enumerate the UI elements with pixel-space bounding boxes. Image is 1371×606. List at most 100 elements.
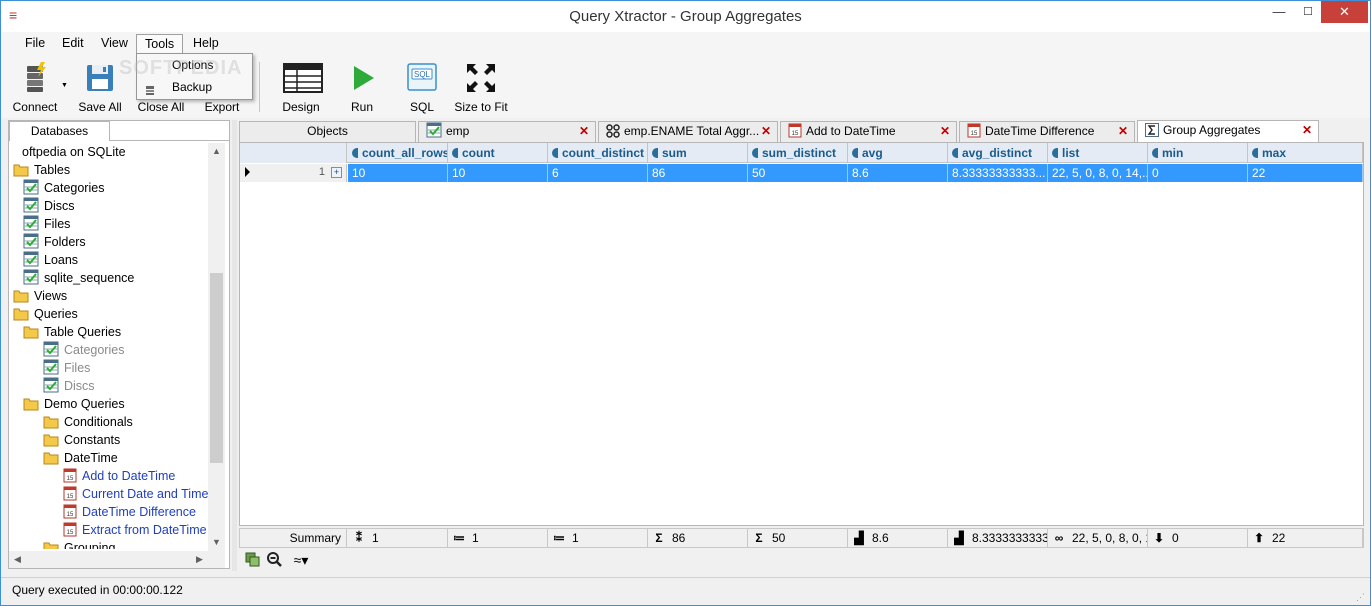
expand-row-button[interactable]: + xyxy=(331,167,342,178)
connect-button[interactable]: Connect xyxy=(9,60,61,114)
tree-item[interactable]: Folders xyxy=(23,233,86,251)
approximate-filter-icon[interactable]: ≈▾ xyxy=(287,551,315,569)
scroll-up-arrow-icon[interactable]: ▲ xyxy=(208,143,225,160)
column-header-count-all-rows[interactable]: count_all_rows xyxy=(348,143,448,163)
connect-dropdown-icon[interactable]: ▼ xyxy=(61,82,68,89)
tree-item[interactable]: Files xyxy=(23,215,70,233)
scroll-thumb[interactable] xyxy=(210,273,223,463)
grid-cell-sum-distinct[interactable]: 50 xyxy=(748,164,848,182)
column-header-avg-distinct[interactable]: avg_distinct xyxy=(948,143,1048,163)
grid-cell-avg[interactable]: 8.6 xyxy=(848,164,948,182)
close-button[interactable]: ✕ xyxy=(1321,1,1368,23)
summary-aggregate-icon: ≔ xyxy=(453,531,465,545)
tree-item[interactable]: Discs xyxy=(43,377,95,395)
column-header-count[interactable]: count xyxy=(448,143,548,163)
column-header-min[interactable]: min xyxy=(1148,143,1248,163)
tree-item[interactable]: DateTime xyxy=(43,449,118,467)
tree-item[interactable]: Queries xyxy=(13,305,78,323)
tree-item[interactable]: Grouping xyxy=(43,539,115,549)
column-header-sum-distinct[interactable]: sum_distinct xyxy=(748,143,848,163)
column-header-max[interactable]: max xyxy=(1248,143,1363,163)
scroll-right-arrow-icon[interactable]: ▶ xyxy=(191,551,208,568)
sql-button[interactable]: SQL SQL xyxy=(401,60,443,114)
grid-cell-count[interactable]: 10 xyxy=(448,164,548,182)
close-tab-icon[interactable]: ✕ xyxy=(761,122,771,141)
menu-view[interactable]: View xyxy=(93,34,136,54)
column-header-count-distinct[interactable]: count_distinct xyxy=(548,143,648,163)
tree-item[interactable]: Conditionals xyxy=(43,413,133,431)
scroll-left-arrow-icon[interactable]: ◀ xyxy=(9,551,26,568)
zoom-out-icon[interactable] xyxy=(264,551,284,569)
summary-cell[interactable]: ⬆ 22 xyxy=(1248,529,1363,547)
tab-emp-ename-total-aggr[interactable]: emp.ENAME Total Aggr... ✕ xyxy=(598,121,778,142)
tab-objects[interactable]: Objects xyxy=(239,121,416,142)
design-button[interactable]: Design xyxy=(277,60,325,114)
menu-item-backup[interactable]: Backup xyxy=(137,77,252,98)
summary-cell[interactable]: ▟ 8.33333333333 xyxy=(948,529,1048,547)
summary-cell[interactable]: ∞ 22, 5, 0, 8, 0, 14 xyxy=(1048,529,1148,547)
column-header-list[interactable]: list xyxy=(1048,143,1148,163)
summary-cell[interactable]: ≔ 1 xyxy=(548,529,648,547)
column-header-avg[interactable]: avg xyxy=(848,143,948,163)
grid-cell-count-all-rows[interactable]: 10 xyxy=(348,164,448,182)
grid-cell-avg-distinct[interactable]: 8.33333333333... xyxy=(948,164,1048,182)
grid-cell-min[interactable]: 0 xyxy=(1148,164,1248,182)
save-all-button[interactable]: Save All xyxy=(75,60,125,114)
tree-item[interactable]: Demo Queries xyxy=(23,395,125,413)
tree-item[interactable]: Constants xyxy=(43,431,120,449)
column-header-sum[interactable]: sum xyxy=(648,143,748,163)
tree-item[interactable]: 15 Add to DateTime xyxy=(63,467,175,485)
close-tab-icon[interactable]: ✕ xyxy=(1302,121,1312,140)
grid-cell-list[interactable]: 22, 5, 0, 8, 0, 14,... xyxy=(1048,164,1148,182)
menu-file[interactable]: File xyxy=(17,34,53,54)
column-marker-icon xyxy=(852,148,858,158)
tree-item[interactable]: Loans xyxy=(23,251,78,269)
menu-tools[interactable]: Tools xyxy=(136,34,184,54)
backup-icon xyxy=(145,82,155,95)
tab-databases[interactable]: Databases xyxy=(9,121,110,141)
maximize-button[interactable]: ☐ xyxy=(1291,1,1325,23)
summary-cell[interactable]: Σ 50 xyxy=(748,529,848,547)
close-tab-icon[interactable]: ✕ xyxy=(1118,122,1128,141)
tree-vertical-scrollbar[interactable]: ▲ ▼ xyxy=(208,143,225,551)
menu-help[interactable]: Help xyxy=(185,34,227,54)
tree-item[interactable]: Views xyxy=(13,287,67,305)
tree-item[interactable]: Files xyxy=(43,359,90,377)
tree-item[interactable]: 15 Extract from DateTime xyxy=(63,521,207,539)
tree-item[interactable]: oftpedia on SQLite xyxy=(13,143,126,161)
table-row[interactable]: 1 + 10 10 6 86 50 8.6 8.33333333333... 22, 5, 0… xyxy=(240,164,1363,182)
panel-splitter[interactable] xyxy=(232,120,237,571)
scroll-down-arrow-icon[interactable]: ▼ xyxy=(208,534,225,551)
tree-item[interactable]: Categories xyxy=(43,341,124,359)
grid-cell-sum[interactable]: 86 xyxy=(648,164,748,182)
run-button[interactable]: Run xyxy=(341,60,383,114)
close-tab-icon[interactable]: ✕ xyxy=(940,122,950,141)
column-marker-icon xyxy=(1052,148,1058,158)
tree-item[interactable]: Categories xyxy=(23,179,104,197)
tree-item[interactable]: 15 DateTime Difference xyxy=(63,503,196,521)
resize-grip-icon[interactable]: ⋰ xyxy=(1356,592,1366,602)
tree-item[interactable]: sqlite_sequence xyxy=(23,269,134,287)
grid-cell-count-distinct[interactable]: 6 xyxy=(548,164,648,182)
summary-cell[interactable]: ▟ 8.6 xyxy=(848,529,948,547)
tree-item[interactable]: Table Queries xyxy=(23,323,121,341)
row-indicator[interactable]: 1 + xyxy=(240,164,347,182)
summary-cell[interactable]: Σ 86 xyxy=(648,529,748,547)
tab-add-to-datetime[interactable]: 15 Add to DateTime ✕ xyxy=(780,121,957,142)
tree-item[interactable]: Tables xyxy=(13,161,70,179)
grid-cell-max[interactable]: 22 xyxy=(1248,164,1363,182)
close-tab-icon[interactable]: ✕ xyxy=(579,122,589,141)
tree-horizontal-scrollbar[interactable]: ◀ ▶ xyxy=(9,551,225,568)
summary-cell[interactable]: ≔ 1 xyxy=(448,529,548,547)
summary-cell[interactable]: ⁑ 1 xyxy=(348,529,448,547)
tab-emp[interactable]: emp ✕ xyxy=(418,121,596,142)
menu-edit[interactable]: Edit xyxy=(54,34,92,54)
tree-item[interactable]: 15 Current Date and Time xyxy=(63,485,208,503)
summary-cell[interactable]: ⬇ 0 xyxy=(1148,529,1248,547)
size-to-fit-button[interactable]: Size to Fit xyxy=(453,60,509,114)
tab-group-aggregates[interactable]: Group Aggregates ✕ xyxy=(1137,120,1319,142)
add-object-icon[interactable] xyxy=(242,551,262,569)
tab-datetime-difference[interactable]: 15 DateTime Difference ✕ xyxy=(959,121,1135,142)
tree-item[interactable]: Discs xyxy=(23,197,75,215)
summary-aggregate-icon: ⁑ xyxy=(356,531,362,545)
